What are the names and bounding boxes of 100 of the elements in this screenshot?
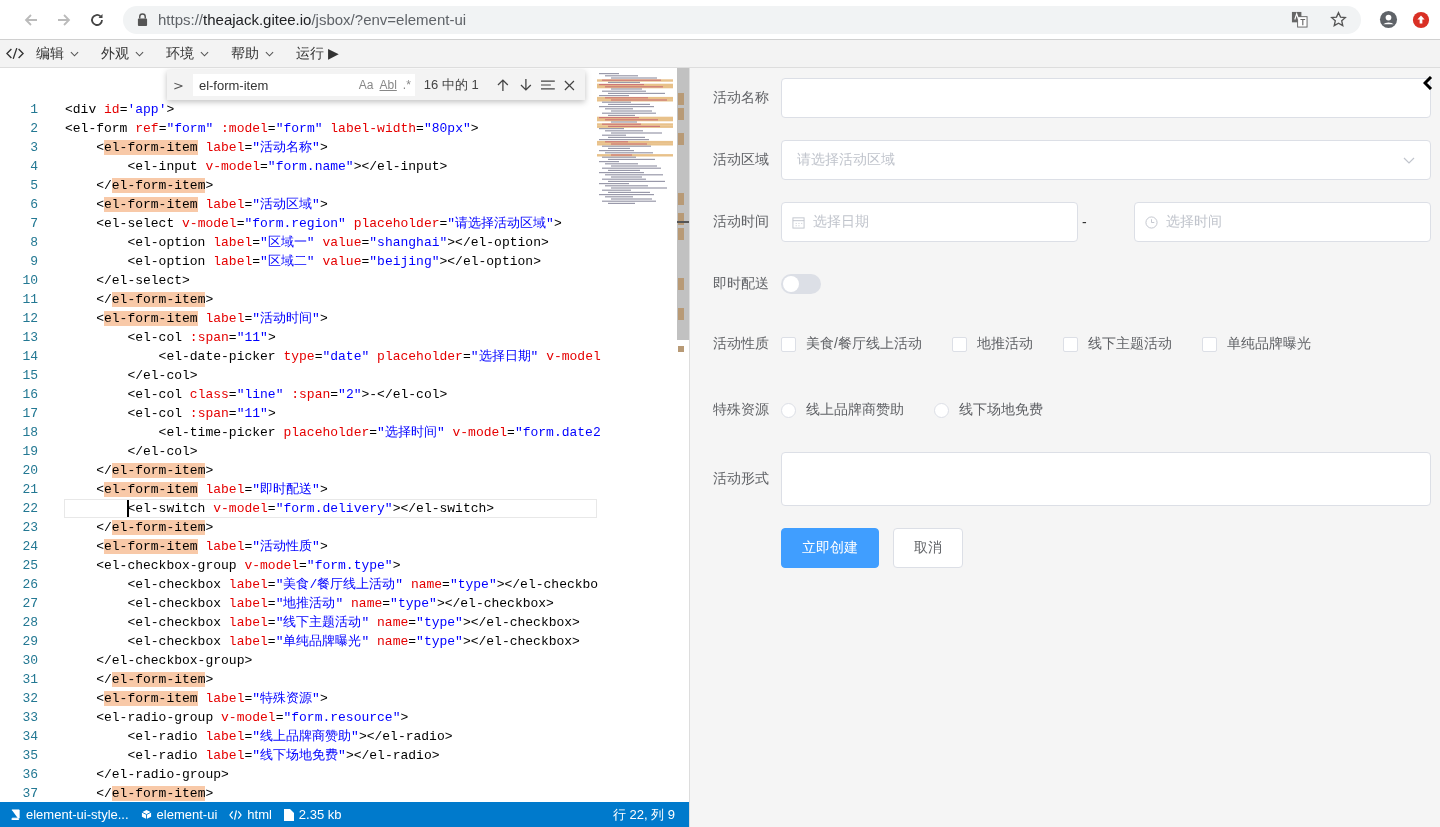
- line-number: 10: [21, 273, 38, 288]
- field-label: 活动区域: [713, 151, 770, 169]
- code-line: <el-radio label="线下场地免费"></el-radio>: [126, 747, 441, 765]
- calendar-icon: [792, 215, 805, 229]
- match-count: 16 中的 1: [423, 76, 479, 94]
- code-line: <el-form-item label="活动名称">: [95, 139, 329, 157]
- code-icon: [229, 809, 243, 820]
- line-number: 8: [29, 235, 38, 250]
- chevron-down-icon: [70, 50, 79, 57]
- menu-item[interactable]: 帮助: [219, 44, 284, 63]
- text-input[interactable]: [781, 78, 1431, 118]
- chevron-down-icon: [200, 50, 209, 57]
- toggle-switch[interactable]: [781, 274, 821, 294]
- code-line: <el-input v-model="form.name"></el-input>: [126, 158, 449, 176]
- clock-icon: [1145, 215, 1158, 229]
- chevron-down-icon: [135, 50, 144, 57]
- radio-button[interactable]: 线上品牌商赞助: [781, 401, 904, 419]
- code-line: </el-col>: [126, 443, 199, 461]
- code-line: <el-select v-model="form.region" placeholder="请选择活动区域">: [95, 215, 563, 233]
- menu-item[interactable]: 外观: [89, 44, 154, 63]
- line-number: 14: [21, 349, 38, 364]
- line-number: 23: [21, 520, 38, 535]
- line-number: 24: [21, 539, 38, 554]
- book-icon: [10, 809, 21, 820]
- code-line: <el-form-item label="特殊资源">: [95, 690, 329, 708]
- field-label: 活动形式: [713, 470, 770, 488]
- arrow-up-icon[interactable]: [495, 78, 510, 92]
- line-number: 17: [21, 406, 38, 421]
- search-option[interactable]: Aa: [358, 78, 374, 92]
- radio-button[interactable]: 线下场地免费: [934, 401, 1043, 419]
- line-number: 32: [21, 691, 38, 706]
- address-bar[interactable]: https://theajack.gitee.io/jsbox/?env=element-ui: [123, 5, 1361, 34]
- code-line: </el-form-item>: [95, 785, 215, 802]
- menu-item[interactable]: 环境: [154, 44, 219, 63]
- code-line: <el-form-item label="活动区域">: [95, 196, 329, 214]
- line-number: 7: [29, 216, 38, 231]
- url-text: https://theajack.gitee.io/jsbox/?env=element-ui: [158, 11, 467, 28]
- line-number: 33: [21, 710, 38, 725]
- code-line: <el-checkbox label="单纯品牌曝光" name="type"></el-checkbox>: [126, 633, 581, 651]
- code-line: <el-option label="区域一" value="shanghai"></el-option>: [126, 234, 550, 252]
- lock-icon: [137, 13, 148, 26]
- field-label: 即时配送: [713, 275, 770, 293]
- code-line: </el-checkbox-group>: [95, 652, 254, 670]
- code-line: <div id='app'>: [64, 101, 176, 119]
- search-option[interactable]: Abl: [379, 78, 397, 92]
- line-number: 20: [21, 463, 38, 478]
- field-label: 活动时间: [713, 213, 770, 231]
- star-icon[interactable]: [1330, 11, 1347, 28]
- file-icon: [283, 808, 294, 821]
- line-number: 15: [21, 368, 38, 383]
- checkbox[interactable]: 线下主题活动: [1062, 335, 1172, 353]
- lines-icon[interactable]: [541, 79, 556, 91]
- code-line: </el-radio-group>: [95, 766, 230, 784]
- update-icon[interactable]: [1412, 10, 1430, 29]
- chevron-left-icon[interactable]: [1423, 76, 1433, 90]
- status-text: 2.35 kb: [298, 807, 342, 822]
- code-line: </el-form-item>: [95, 291, 215, 309]
- code-line: </el-form-item>: [95, 177, 215, 195]
- chevron-down-icon: [265, 50, 274, 57]
- line-number: 18: [21, 425, 38, 440]
- chevron-down-icon: [1403, 156, 1415, 164]
- line-number: 13: [21, 330, 38, 345]
- code-line: <el-checkbox label="地推活动" name="type"></el-checkbox>: [126, 595, 555, 613]
- checkbox[interactable]: 地推活动: [951, 335, 1033, 353]
- checkbox[interactable]: 单纯品牌曝光: [1201, 335, 1311, 353]
- code-line: </el-form-item>: [95, 519, 215, 537]
- code-line: <el-date-picker type="date" placeholder="选择日期" v-model: [157, 348, 602, 366]
- code-line: </el-col>: [126, 367, 199, 385]
- code-line: </el-form-item>: [95, 671, 215, 689]
- menu-item[interactable]: 编辑: [24, 44, 89, 63]
- line-number: 34: [21, 729, 38, 744]
- line-number: 9: [29, 254, 38, 269]
- code-icon[interactable]: [6, 47, 24, 60]
- line-number: 12: [21, 311, 38, 326]
- menu-item[interactable]: 运行 ▶: [284, 44, 349, 63]
- code-line: <el-radio-group v-model="form.resource">: [95, 709, 410, 727]
- field-label: 活动性质: [713, 335, 770, 353]
- line-number: 31: [21, 672, 38, 687]
- line-number: 26: [21, 577, 38, 592]
- account-icon[interactable]: [1379, 10, 1398, 29]
- reload-icon[interactable]: [89, 11, 105, 28]
- search-option[interactable]: .*: [402, 78, 411, 92]
- field-label: 活动名称: [713, 89, 770, 107]
- close-icon[interactable]: [564, 79, 575, 91]
- code-line: <el-form-item label="活动时间">: [95, 310, 329, 328]
- code-line: <el-checkbox label="线下主题活动" name="type"></el-checkbox>: [126, 614, 581, 632]
- expand-toggle[interactable]: >: [173, 77, 184, 93]
- line-number: 4: [29, 159, 38, 174]
- checkbox[interactable]: 美食/餐厅线上活动: [781, 335, 922, 353]
- arrow-down-icon[interactable]: [518, 78, 533, 92]
- find-input[interactable]: el-form-item Aa Abl .*: [192, 74, 415, 96]
- line-number: 19: [21, 444, 38, 459]
- cancel-button[interactable]: 取消: [893, 528, 963, 568]
- code-line: <el-checkbox label="美食/餐厅线上活动" name="type"></el-checkbo: [126, 576, 600, 594]
- field-label: 特殊资源: [713, 401, 770, 419]
- code-line: <el-col :span="11">: [126, 405, 277, 423]
- cube-icon: [140, 809, 152, 820]
- code-line: <el-radio label="线上品牌商赞助"></el-radio>: [126, 728, 454, 746]
- translate-icon[interactable]: [1291, 11, 1308, 28]
- code-line: <el-form-item label="活动性质">: [95, 538, 329, 556]
